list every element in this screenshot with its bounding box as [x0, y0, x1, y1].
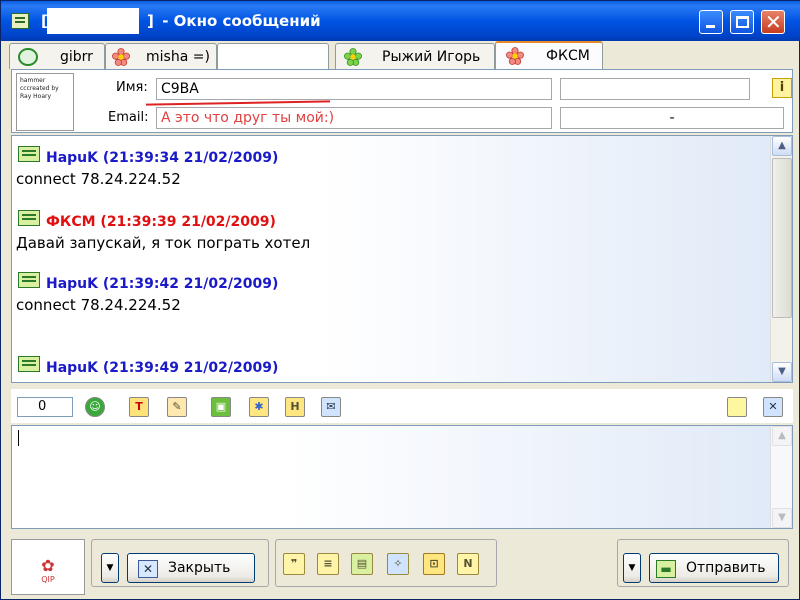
bottom-bar: ✿ QIP ▼ ✕ Закрыть ❞ ≡ ▤ ✧ ⊡ N ▼ ▬ Отправ… — [5, 533, 795, 599]
flower-red-icon — [112, 48, 130, 66]
history-icon[interactable]: H — [285, 397, 305, 417]
tab-misha[interactable]: misha =) — [105, 43, 217, 69]
extra-field-2[interactable]: - — [560, 107, 784, 129]
image-link-icon[interactable]: ✉ — [321, 397, 341, 417]
close-button-label: Закрыть — [168, 560, 231, 576]
message-input[interactable]: ▲ ▼ — [11, 425, 793, 529]
smiley-icon[interactable]: ☺ — [85, 397, 105, 417]
minimize-icon — [706, 25, 715, 28]
scroll-up-button[interactable]: ▲ — [772, 426, 792, 446]
title-bar[interactable]: [ ] - Окно сообщений ✕ — [1, 1, 800, 41]
title-text: - Окно сообщений — [157, 12, 321, 30]
minimize-button[interactable] — [699, 10, 723, 34]
message-text: connect 78.24.224.52 — [16, 296, 181, 314]
close-window-button[interactable]: ✕ — [761, 10, 785, 34]
message-icon — [18, 272, 40, 288]
note-icon[interactable] — [727, 397, 747, 417]
email-field[interactable]: А это что друг ты мой:) — [156, 107, 552, 129]
redacted-title — [47, 8, 139, 34]
close-x-icon: ✕ — [138, 560, 158, 578]
name-label: Имя: — [116, 80, 148, 95]
message-text: connect 78.24.224.52 — [16, 170, 181, 188]
send-icon: ▬ — [656, 560, 676, 578]
logo-icon: ✿ — [41, 556, 55, 575]
message-text: Давай запускай, я ток пограть хотел — [16, 234, 311, 252]
input-scrollbar[interactable]: ▲ ▼ — [770, 426, 792, 528]
text-color-icon[interactable]: T — [129, 397, 149, 417]
tab-label: misha =) — [146, 49, 210, 65]
scroll-thumb[interactable] — [772, 158, 792, 318]
email-label: Email: — [108, 110, 149, 125]
app-icon — [11, 13, 29, 29]
tab-bar: gibrr misha =) Рыжий Игорь ФКСМ — [9, 41, 793, 69]
paint-icon[interactable]: ✎ — [167, 397, 187, 417]
wrench-icon[interactable]: ✧ — [387, 553, 409, 575]
tab-label: gibrr — [60, 49, 93, 65]
tab-gibrr[interactable]: gibrr — [9, 43, 105, 69]
send-button[interactable]: ▬ Отправить — [649, 553, 779, 583]
message-header: ФКСМ (21:39:39 21/02/2009) — [46, 214, 276, 230]
message-header: НаpuK (21:39:42 21/02/2009) — [46, 276, 279, 292]
char-counter: 0 — [17, 397, 73, 417]
message-history[interactable]: НаpuK (21:39:34 21/02/2009) connect 78.2… — [11, 135, 793, 383]
close-button[interactable]: ✕ Закрыть — [127, 553, 255, 583]
save-icon[interactable]: ▣ — [211, 397, 231, 417]
maximize-button[interactable] — [730, 10, 754, 34]
picture-icon[interactable]: ✱ — [249, 397, 269, 417]
contact-info-panel: hammer cccreated by Ray Hoary Имя: C9BA … — [11, 69, 793, 133]
message-icon — [18, 356, 40, 372]
lock-icon[interactable]: ⊡ — [423, 553, 445, 575]
message-window: [ ] - Окно сообщений ✕ gibrr misha =) Ры… — [0, 0, 800, 600]
close-icon: ✕ — [765, 10, 782, 34]
send-dropdown-button[interactable]: ▼ — [623, 553, 641, 583]
tab-ryzhiy-igor[interactable]: Рыжий Игорь — [335, 43, 495, 69]
underline-annotation — [145, 100, 331, 106]
extra-field-1[interactable] — [560, 78, 750, 100]
quote-icon[interactable]: ❞ — [283, 553, 305, 575]
title-bracket-close: ] — [147, 12, 154, 30]
tab-label: ФКСМ — [546, 48, 590, 64]
info-button[interactable]: i — [772, 78, 792, 98]
file-icon[interactable]: ▤ — [351, 553, 373, 575]
chat-bubble-icon — [18, 48, 38, 66]
format-toolbar: 0 ☺ T ✎ ▣ ✱ H ✉ ✕ — [11, 389, 793, 423]
maximize-icon — [736, 16, 749, 28]
flower-green-icon — [344, 48, 362, 66]
logo-text: QIP — [41, 575, 55, 584]
scroll-up-button[interactable]: ▲ — [772, 136, 792, 156]
app-logo: ✿ QIP — [11, 539, 85, 595]
list-icon[interactable]: ≡ — [317, 553, 339, 575]
scroll-down-button[interactable]: ▼ — [772, 508, 792, 528]
message-icon — [18, 146, 40, 162]
close-panel-icon[interactable]: ✕ — [763, 397, 783, 417]
flower-red-icon — [506, 47, 524, 65]
tab-blank[interactable] — [217, 43, 329, 69]
tab-label: Рыжий Игорь — [382, 49, 481, 65]
scroll-down-button[interactable]: ▼ — [772, 362, 792, 382]
send-button-label: Отправить — [686, 560, 766, 576]
text-caret — [18, 430, 19, 446]
avatar: hammer cccreated by Ray Hoary — [16, 73, 74, 131]
message-scrollbar[interactable]: ▲ ▼ — [770, 136, 792, 382]
tab-fksm[interactable]: ФКСМ — [495, 41, 603, 69]
name-field[interactable]: C9BA — [156, 78, 552, 100]
message-icon — [18, 210, 40, 226]
n-icon[interactable]: N — [457, 553, 479, 575]
message-header: НаpuK (21:39:34 21/02/2009) — [46, 150, 279, 166]
message-header: НаpuK (21:39:49 21/02/2009) — [46, 360, 279, 376]
close-dropdown-button[interactable]: ▼ — [101, 553, 119, 583]
